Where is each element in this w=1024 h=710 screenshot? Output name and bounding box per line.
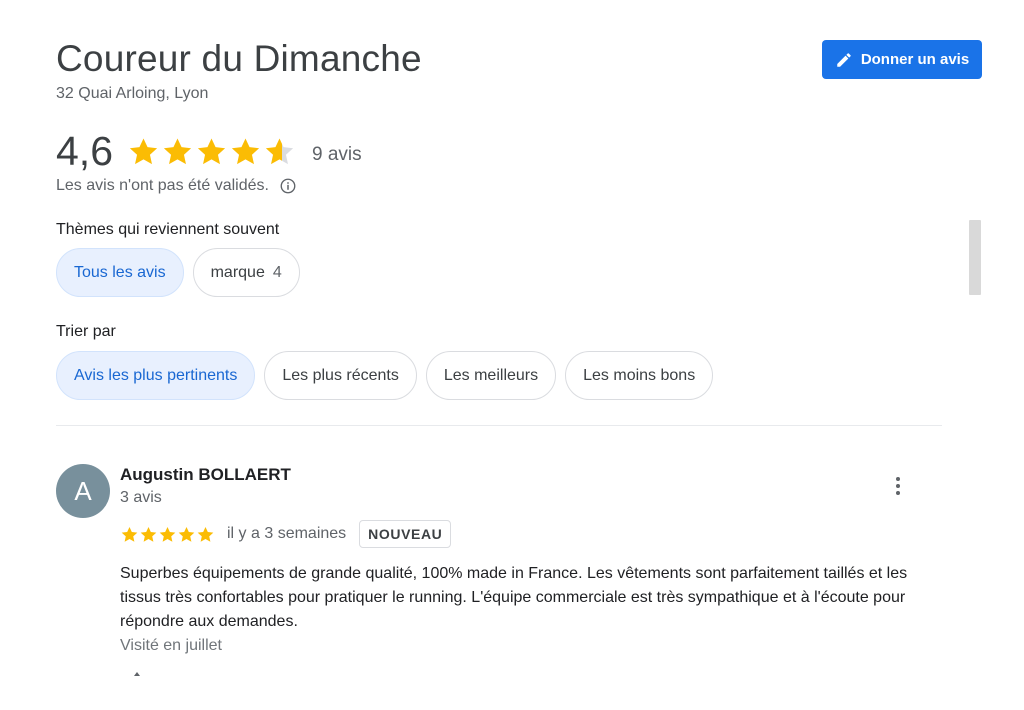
reviewer-name[interactable]: Augustin BOLLAERT xyxy=(120,465,291,485)
new-badge: NOUVEAU xyxy=(359,520,452,548)
sort-chip-relevant[interactable]: Avis les plus pertinents xyxy=(56,351,256,400)
topic-chip-all[interactable]: Tous les avis xyxy=(56,248,184,297)
star-icon xyxy=(140,526,157,542)
topics-heading: Thèmes qui reviennent souvent xyxy=(56,221,280,238)
average-rating: 4,6 xyxy=(56,127,113,174)
review-stars xyxy=(120,525,215,544)
visit-date: Visité en juillet xyxy=(120,637,222,654)
sort-chip-label: Les moins bons xyxy=(583,366,696,384)
place-address: 32 Quai Arloing, Lyon xyxy=(56,85,209,102)
star-icon xyxy=(163,137,192,164)
sort-chip-highest[interactable]: Les meilleurs xyxy=(425,351,557,400)
more-options-icon[interactable] xyxy=(888,474,908,498)
sort-chip-lowest[interactable]: Les moins bons xyxy=(565,351,714,400)
star-icon xyxy=(265,137,294,164)
disclaimer-text: Les avis n'ont pas été validés. xyxy=(56,177,269,194)
review-count-link[interactable]: 9 avis xyxy=(312,144,362,166)
sort-chip-label: Les plus récents xyxy=(282,366,399,384)
review-text: Superbes équipements de grande qualité, … xyxy=(120,565,908,630)
pencil-icon xyxy=(837,52,851,67)
star-icon xyxy=(178,526,195,542)
write-review-button[interactable]: Donner un avis xyxy=(822,40,982,79)
section-divider xyxy=(56,425,942,426)
sort-chips: Avis les plus pertinents Les plus récent… xyxy=(56,351,714,400)
star-icon xyxy=(197,526,214,542)
chevron-up-icon xyxy=(134,672,140,676)
avatar[interactable]: A xyxy=(56,464,110,518)
sort-chip-newest[interactable]: Les plus récents xyxy=(264,351,417,400)
star-icon xyxy=(197,137,226,164)
review-meta: il y a 3 semaines NOUVEAU xyxy=(120,519,452,549)
place-title: Coureur du Dimanche xyxy=(56,38,422,79)
topic-chips: Tous les avis marque 4 xyxy=(56,248,300,297)
reviewer-review-count: 3 avis xyxy=(120,489,162,506)
star-icon xyxy=(231,137,260,164)
scrollbar-thumb[interactable] xyxy=(969,220,981,295)
review-time: il y a 3 semaines xyxy=(227,525,347,542)
topic-chip-label: Tous les avis xyxy=(74,263,166,281)
validation-disclaimer: Les avis n'ont pas été validés. xyxy=(56,177,297,195)
topic-chip-marque[interactable]: marque 4 xyxy=(192,248,300,297)
rating-summary: 4,6 9 avis xyxy=(56,126,362,176)
write-review-label: Donner un avis xyxy=(860,51,970,68)
sort-chip-label: Avis les plus pertinents xyxy=(74,366,238,384)
star-icon xyxy=(159,526,176,542)
topic-chip-label: marque xyxy=(210,263,265,281)
topic-chip-count: 4 xyxy=(272,263,282,281)
info-icon[interactable] xyxy=(279,177,297,195)
sort-heading: Trier par xyxy=(56,323,116,340)
rating-stars xyxy=(127,135,296,168)
star-icon xyxy=(121,526,138,542)
star-icon xyxy=(129,137,158,164)
sort-chip-label: Les meilleurs xyxy=(443,366,539,384)
